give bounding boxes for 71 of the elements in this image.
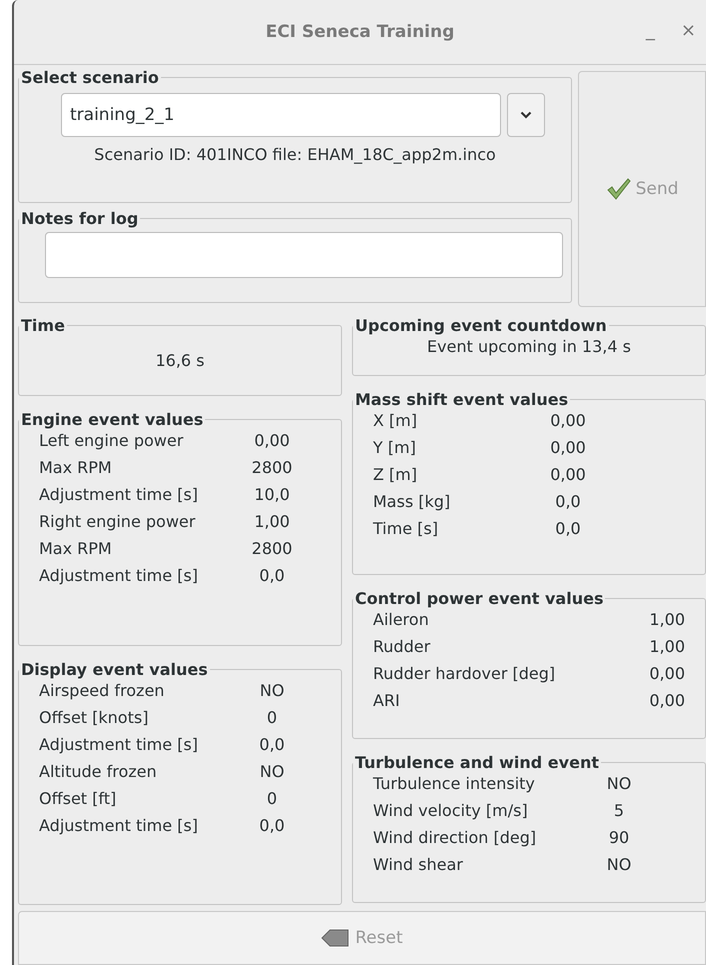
field-label: Max RPM <box>39 458 113 477</box>
field-label: Z [m] <box>373 465 418 484</box>
field-label: Airspeed frozen <box>39 681 166 700</box>
field-label: Wind shear <box>373 855 464 874</box>
backspace-icon <box>321 929 350 947</box>
field-label: Altitude frozen <box>39 762 158 781</box>
scenario-field[interactable]: training_2_1 <box>61 93 501 137</box>
checkmark-icon <box>606 177 632 201</box>
time-value: 16,6 s <box>154 351 206 370</box>
section-title: Time <box>20 316 66 335</box>
field-value: 2800 <box>250 458 294 477</box>
field-value: 1,00 <box>648 637 685 656</box>
section-title: Select scenario <box>20 68 160 87</box>
window-title: ECI Seneca Training <box>266 22 454 42</box>
field-value: 0,0 <box>554 519 582 538</box>
field-value: NO <box>606 855 632 874</box>
close-button[interactable]: × <box>674 20 702 41</box>
field-label: Max RPM <box>39 539 113 558</box>
field-label: Mass [kg] <box>373 492 452 511</box>
field-value: 1,00 <box>253 512 291 531</box>
field-label: Adjustment time [s] <box>39 485 199 504</box>
section-title: Upcoming event countdown <box>354 316 608 335</box>
dropdown-button[interactable] <box>507 93 545 137</box>
section-title: Notes for log <box>20 209 140 228</box>
field-label: Adjustment time [s] <box>39 735 199 754</box>
section-title: Control power event values <box>354 589 604 608</box>
field-label: Wind velocity [m/s] <box>373 801 529 820</box>
field-label: Rudder <box>373 637 432 656</box>
section-title: Engine event values <box>20 410 204 429</box>
countdown-value: Event upcoming in 13,4 s <box>426 337 632 356</box>
field-label: Wind direction [deg] <box>373 828 538 847</box>
field-label: ARI <box>373 691 401 710</box>
field-value: 10,0 <box>253 485 291 504</box>
field-value: 0,0 <box>258 566 286 585</box>
section-title: Turbulence and wind event <box>354 753 600 772</box>
section-title: Display event values <box>20 660 209 679</box>
notes-field[interactable] <box>45 232 563 278</box>
field-value: 0,0 <box>258 735 286 754</box>
section-title: Mass shift event values <box>354 390 570 409</box>
field-label: Adjustment time [s] <box>39 566 199 585</box>
field-label: Offset [ft] <box>39 789 118 808</box>
field-value: 0,00 <box>253 431 291 450</box>
field-value: 0,00 <box>648 691 685 710</box>
field-label: Aileron <box>373 610 430 629</box>
field-value: 0,0 <box>258 816 286 835</box>
field-label: Turbulence intensity <box>373 774 536 793</box>
field-value: NO <box>258 681 286 700</box>
field-value: 0 <box>266 708 278 727</box>
field-value: NO <box>606 774 632 793</box>
field-label: Offset [knots] <box>39 708 150 727</box>
field-value: 5 <box>612 801 626 820</box>
field-label: Right engine power <box>39 512 196 531</box>
field-label: Adjustment time [s] <box>39 816 199 835</box>
field-label: Left engine power <box>39 431 184 450</box>
field-value: 0 <box>266 789 278 808</box>
field-label: Time [s] <box>373 519 440 538</box>
field-value: 0,00 <box>648 664 685 683</box>
field-value: 2800 <box>250 539 294 558</box>
field-value: 90 <box>608 828 630 847</box>
field-value: 0,00 <box>549 465 587 484</box>
field-value: NO <box>258 762 286 781</box>
field-value: 1,00 <box>648 610 685 629</box>
field-label: Rudder hardover [deg] <box>373 664 556 683</box>
field-value: 0,00 <box>549 438 587 457</box>
field-value: 0,00 <box>549 411 587 430</box>
field-value: 0,0 <box>554 492 582 511</box>
field-label: X [m] <box>373 411 418 430</box>
scenario-info: Scenario ID: 401INCO file: EHAM_18C_app2m.inco <box>93 145 497 164</box>
minimize-button[interactable]: _ <box>640 20 661 41</box>
chevron-down-icon <box>520 111 532 119</box>
field-label: Y [m] <box>373 438 417 457</box>
